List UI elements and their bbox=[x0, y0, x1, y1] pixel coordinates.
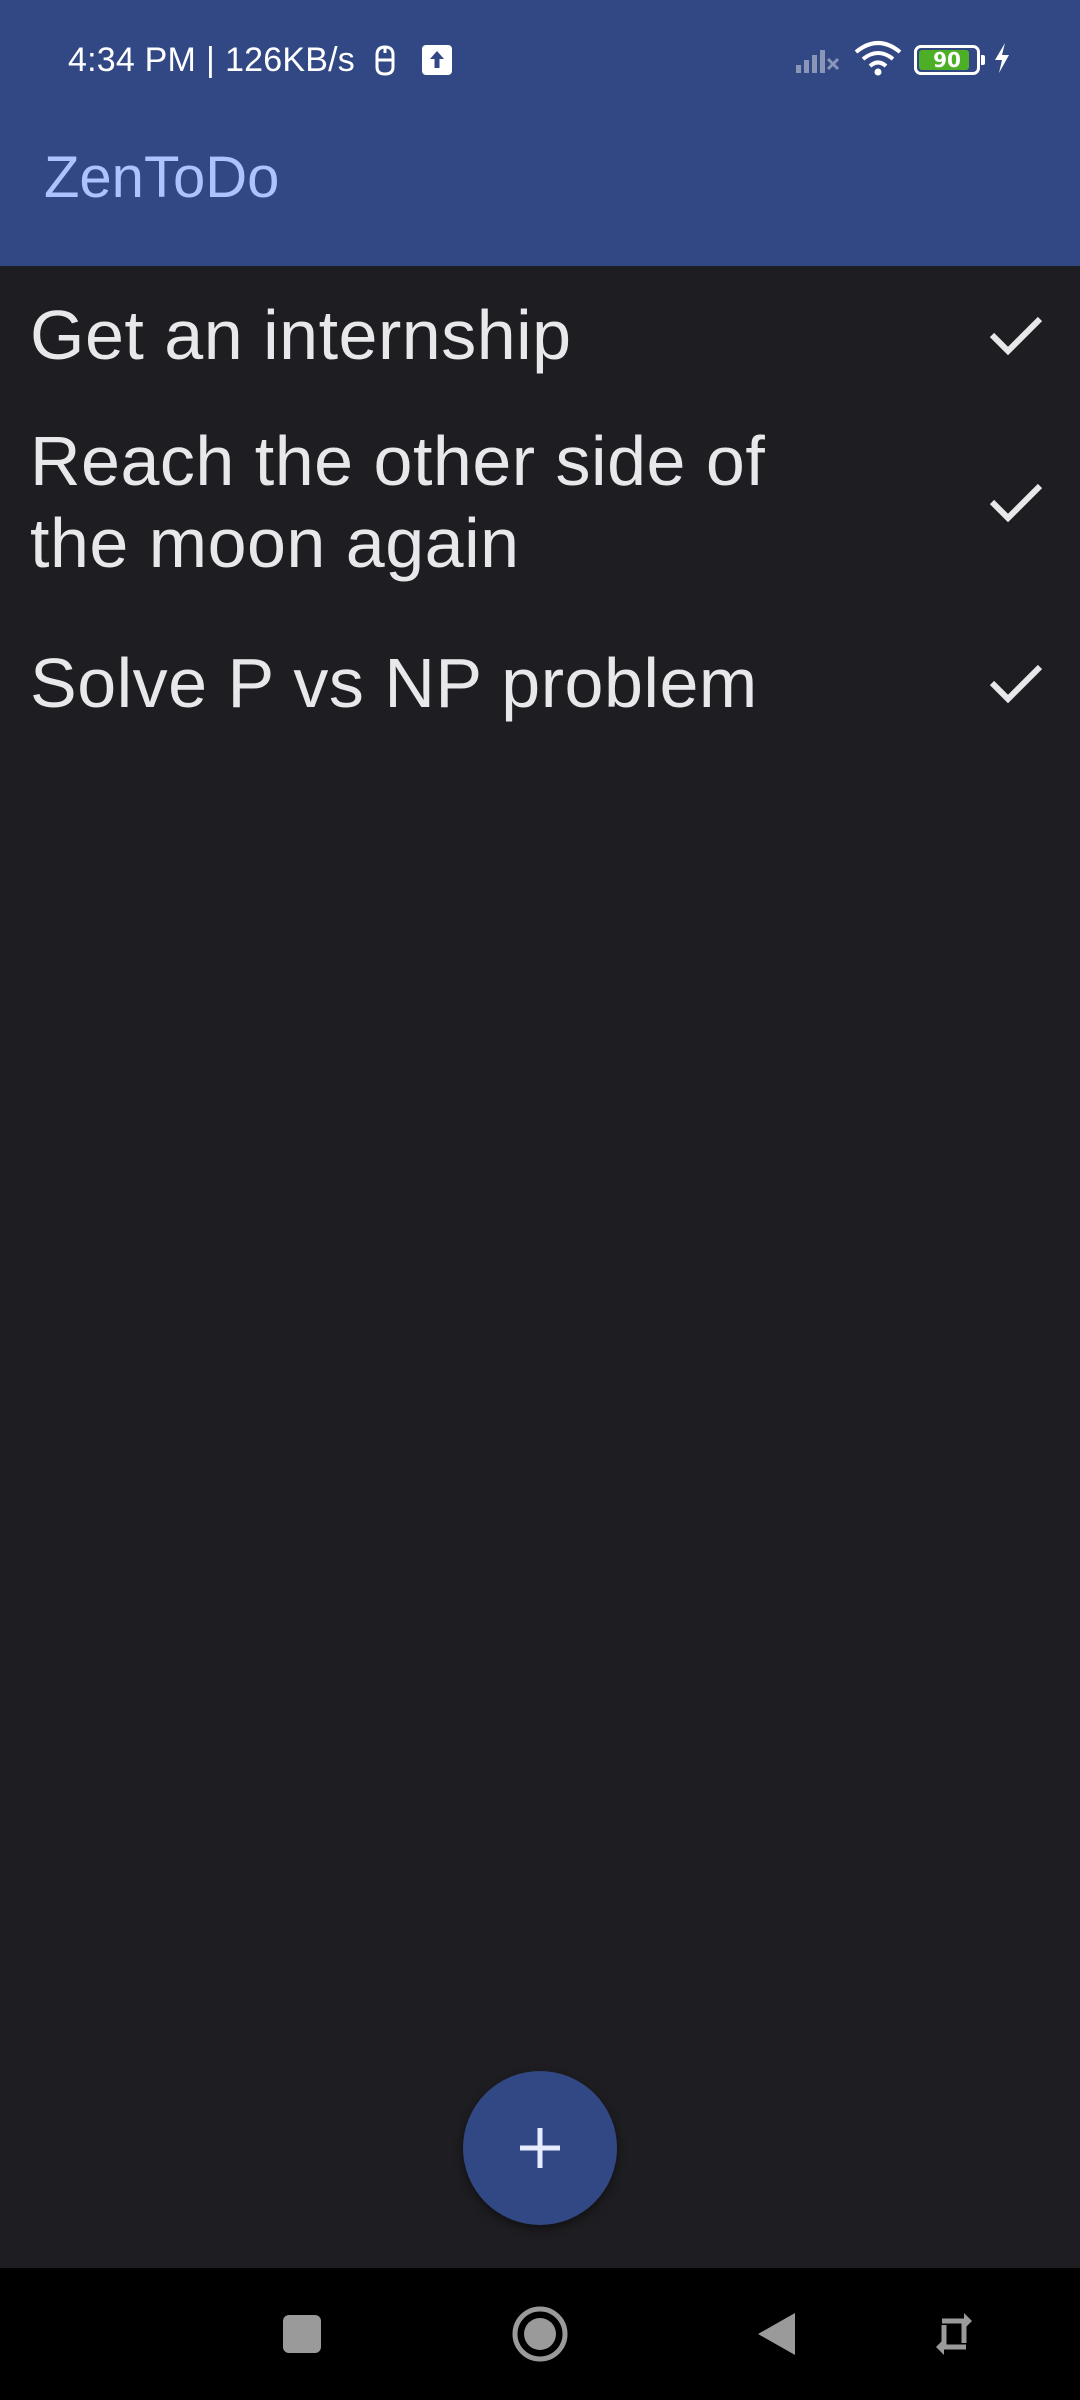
navigation-bar bbox=[0, 2268, 1080, 2400]
task-text: Get an internship bbox=[30, 296, 572, 374]
back-button[interactable] bbox=[740, 2298, 812, 2370]
upload-icon bbox=[421, 44, 453, 76]
complete-task-button[interactable] bbox=[980, 647, 1052, 719]
rotate-button[interactable] bbox=[918, 2298, 990, 2370]
check-icon bbox=[989, 316, 1043, 356]
status-bar: 4:34 PM | 126KB/s 90 bbox=[0, 0, 1080, 118]
status-separator: | bbox=[206, 40, 216, 79]
status-time: 4:34 PM bbox=[68, 40, 197, 79]
net-speed: 126KB/s bbox=[225, 40, 356, 79]
recents-icon bbox=[283, 2315, 321, 2353]
wifi-icon bbox=[854, 40, 902, 81]
recents-button[interactable] bbox=[266, 2298, 338, 2370]
rotate-icon bbox=[936, 2313, 972, 2355]
back-icon bbox=[758, 2313, 795, 2355]
complete-task-button[interactable] bbox=[980, 299, 1052, 371]
header: 4:34 PM | 126KB/s 90 ZenToDo bbox=[0, 0, 1080, 266]
battery-nub bbox=[981, 55, 985, 65]
check-icon bbox=[989, 483, 1043, 523]
complete-task-button[interactable] bbox=[980, 466, 1052, 538]
app-bar: ZenToDo bbox=[0, 118, 1080, 266]
home-icon bbox=[512, 2306, 568, 2362]
add-task-button[interactable] bbox=[463, 2071, 617, 2225]
task-text: Reach the other side of the moon again bbox=[30, 422, 766, 582]
check-icon bbox=[989, 664, 1043, 704]
status-left: 4:34 PM | 126KB/s bbox=[68, 36, 453, 84]
list-item[interactable]: Reach the other side of the moon again bbox=[0, 404, 1080, 600]
list-item[interactable]: Get an internship bbox=[0, 266, 1080, 404]
bug-icon bbox=[371, 43, 399, 77]
charging-icon bbox=[992, 41, 1012, 80]
app-screen: 4:34 PM | 126KB/s 90 ZenToDo Get an inte… bbox=[0, 0, 1080, 2400]
battery-level: 90 bbox=[933, 48, 961, 72]
task-text: Solve P vs NP problem bbox=[30, 644, 758, 722]
battery-icon: 90 bbox=[914, 45, 985, 75]
task-list: Get an internship Reach the other side o… bbox=[0, 266, 1080, 766]
status-right: 90 bbox=[794, 36, 1012, 84]
signal-icon bbox=[794, 41, 842, 80]
home-button[interactable] bbox=[504, 2298, 576, 2370]
list-item[interactable]: Solve P vs NP problem bbox=[0, 600, 1080, 766]
app-title: ZenToDo bbox=[44, 145, 280, 210]
plus-icon bbox=[520, 2128, 560, 2168]
